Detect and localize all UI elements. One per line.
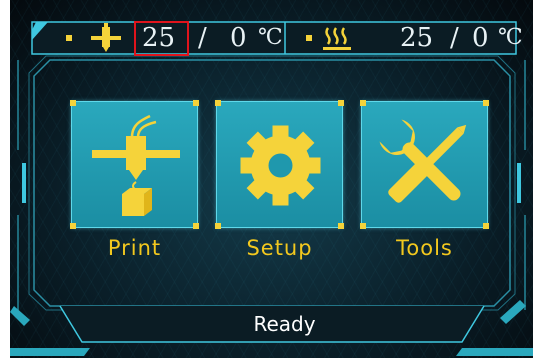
bed-current-temp: 25	[400, 23, 434, 53]
print-label[interactable]: Print	[71, 236, 198, 260]
nozzle-unit: ℃	[258, 25, 283, 50]
printer-extruder-icon	[92, 114, 180, 216]
heated-bed-icon	[323, 27, 351, 50]
bed-separator: /	[450, 23, 459, 53]
bed-target-temp: 0	[472, 23, 489, 53]
gear-icon	[240, 125, 321, 206]
nozzle-heater-icon	[91, 23, 121, 52]
nozzle-target-temp: 0	[230, 23, 247, 53]
tools-button[interactable]	[360, 100, 489, 229]
setup-button[interactable]	[215, 100, 344, 229]
printer-screen: 25 / 0 ℃ 25 / 0 ℃ Print Setup Tools Read…	[10, 0, 533, 358]
highlight-box	[134, 21, 189, 56]
print-button[interactable]	[70, 100, 199, 229]
bed-indicator	[306, 35, 312, 41]
wrench-screwdriver-icon	[379, 119, 467, 203]
nozzle-indicator	[66, 35, 72, 41]
tools-label[interactable]: Tools	[361, 236, 488, 260]
status-text: Ready	[253, 312, 316, 336]
nozzle-separator: /	[198, 23, 207, 53]
setup-label[interactable]: Setup	[216, 236, 343, 260]
bed-unit: ℃	[498, 25, 523, 50]
